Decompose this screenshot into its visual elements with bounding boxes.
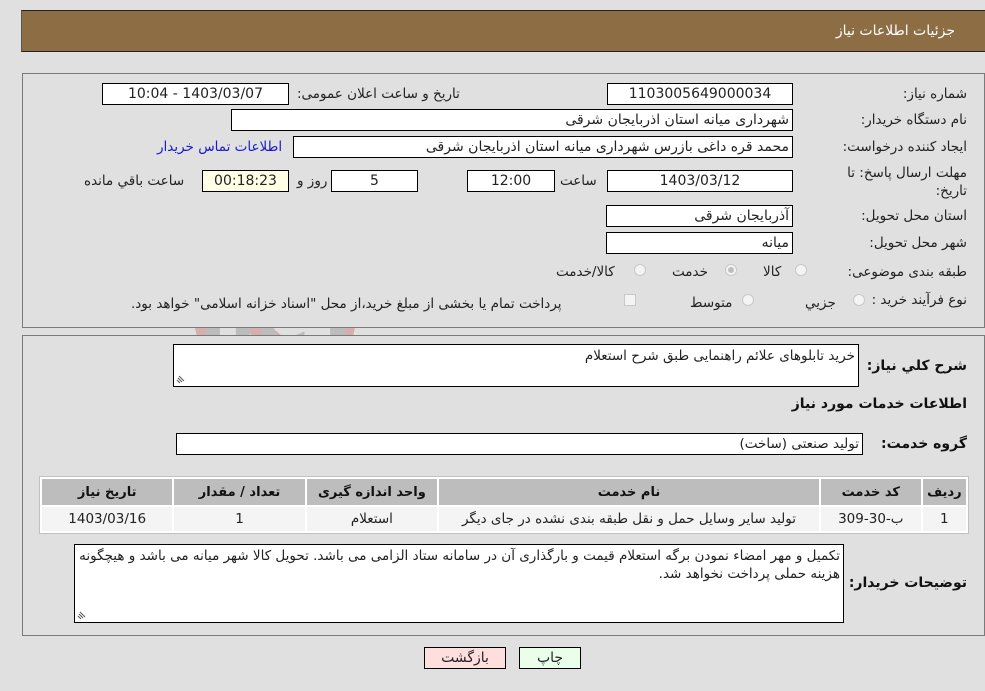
buyer-org-field: شهرداری میانه استان اذربایجان شرقی	[231, 109, 793, 131]
delivery-city-field: میانه	[606, 232, 793, 254]
purchase-type-label: نوع فرآیند خرید :	[871, 292, 967, 308]
col-header-need-date: تاریخ نیاز	[42, 479, 173, 505]
purchase-type-radio-medium[interactable]	[742, 294, 754, 306]
col-header-service-name: نام خدمت	[439, 479, 819, 505]
buyer-notes-textarea[interactable]: تکمیل و مهر امضاء نمودن برگه استعلام قیم…	[74, 544, 844, 623]
buyer-notes-text: تکمیل و مهر امضاء نمودن برگه استعلام قیم…	[79, 548, 840, 582]
category-radio-goods-service[interactable]	[634, 264, 646, 276]
treasury-note: پرداخت تمام یا بخشی از مبلغ خرید،از محل …	[131, 296, 562, 312]
cell-row-number: 1	[922, 507, 966, 531]
category-radio-service[interactable]	[725, 264, 737, 276]
summary-label: شرح كلي نياز:	[866, 358, 967, 374]
service-group-field: تولید صنعتی (ساخت)	[176, 433, 863, 455]
category-label: طبقه بندی موضوعی:	[847, 264, 967, 280]
resize-grip-icon[interactable]	[176, 374, 186, 384]
cell-service-name: تولید سایر وسایل حمل و نقل طبقه بندی نشد…	[439, 507, 819, 531]
summary-text: خرید تابلوهای علائم راهنمایی طبق شرح است…	[584, 348, 855, 364]
services-heading: اطلاعات خدمات مورد نیاز	[791, 396, 967, 412]
time-remaining-field: 00:18:23	[202, 170, 289, 192]
days-label: روز و	[297, 173, 328, 189]
cell-service-code: ب-30-309	[820, 507, 921, 531]
purchase-type-radio-minor[interactable]	[853, 294, 865, 306]
buyer-org-label: نام دستگاه خریدار:	[860, 112, 967, 128]
announce-datetime-label: تاریخ و ساعت اعلان عمومی:	[297, 86, 460, 102]
need-number-field: 1103005649000034	[607, 83, 793, 105]
need-number-label: شماره نیاز:	[902, 86, 967, 102]
requester-field: محمد قره داغی بازرس شهرداری میانه استان …	[293, 136, 793, 158]
col-header-unit: واحد اندازه گیری	[306, 479, 438, 505]
deadline-date-field: 1403/03/12	[607, 170, 793, 192]
announce-datetime-field: 1403/03/07 - 10:04	[102, 83, 289, 105]
table-header-row: ردیف کد خدمت نام خدمت واحد اندازه گیری ت…	[42, 479, 966, 505]
category-option-goods-service: کالا/خدمت	[556, 264, 615, 280]
days-remaining-field: 5	[331, 170, 418, 192]
cell-need-date: 1403/03/16	[42, 507, 173, 531]
purchase-type-option-medium: متوسط	[690, 295, 733, 311]
deadline-time-label: ساعت	[560, 173, 597, 189]
deadline-time-field: 12:00	[467, 170, 555, 192]
summary-textarea[interactable]: خرید تابلوهای علائم راهنمایی طبق شرح است…	[173, 344, 859, 387]
service-group-label: گروه خدمت:	[881, 436, 967, 452]
print-button[interactable]: چاپ	[519, 647, 581, 669]
resize-grip-icon[interactable]	[77, 610, 87, 620]
services-table: ردیف کد خدمت نام خدمت واحد اندازه گیری ت…	[39, 476, 969, 534]
time-remaining-label: ساعت باقي مانده	[84, 173, 185, 189]
col-header-service-code: کد خدمت	[820, 479, 921, 505]
back-button[interactable]: بازگشت	[424, 647, 506, 669]
buyer-notes-label: توضیحات خریدار:	[848, 575, 967, 591]
category-radio-goods[interactable]	[795, 264, 807, 276]
cell-quantity: 1	[174, 507, 305, 531]
page-header: جزئیات اطلاعات نیاز	[21, 10, 985, 52]
deadline-label: مهلت ارسال پاسخ: تا تاریخ:	[847, 165, 967, 199]
delivery-city-label: شهر محل تحویل:	[869, 235, 967, 251]
purchase-type-option-minor: جزيي	[805, 295, 836, 311]
page-title: جزئیات اطلاعات نیاز	[835, 23, 955, 39]
table-row: 1 ب-30-309 تولید سایر وسایل حمل و نقل طب…	[42, 507, 966, 531]
col-header-quantity: تعداد / مقدار	[174, 479, 305, 505]
category-option-goods: کالا	[763, 264, 782, 280]
treasury-checkbox[interactable]	[624, 294, 636, 306]
delivery-province-label: استان محل تحویل:	[861, 208, 967, 224]
cell-unit: استعلام	[306, 507, 438, 531]
buyer-contact-link[interactable]: اطلاعات تماس خریدار	[157, 139, 282, 155]
delivery-province-field: آذربایجان شرقی	[606, 205, 793, 227]
category-option-service: خدمت	[672, 264, 708, 280]
requester-label: ایجاد کننده درخواست:	[842, 139, 967, 155]
col-header-row-number: ردیف	[922, 479, 966, 505]
